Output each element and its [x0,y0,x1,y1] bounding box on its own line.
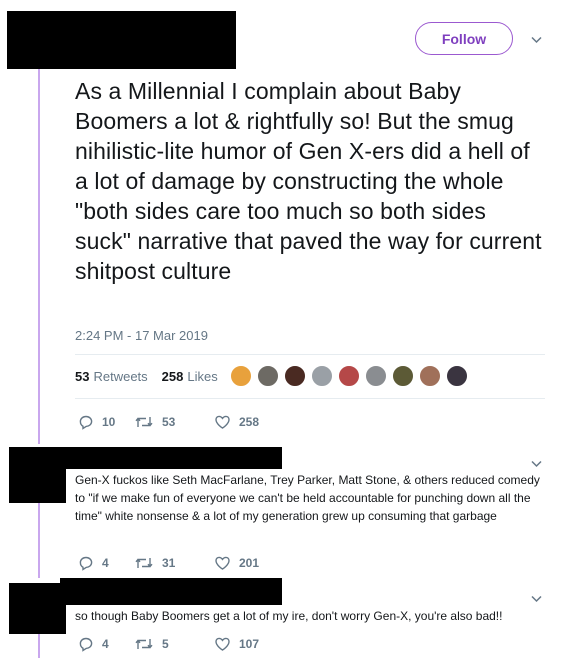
retweets-count: 53 [75,369,90,384]
retweet-icon [135,639,153,649]
thread-line [38,496,40,578]
reply-actions: 4 31 201 [78,555,259,571]
retweet-count: 31 [162,556,176,570]
liker-avatar[interactable] [284,365,306,387]
reply-count: 4 [102,637,109,651]
reply-action[interactable]: 4 [78,555,134,571]
thread-line [38,630,40,658]
heart-icon [215,637,230,651]
liker-avatar[interactable] [419,365,441,387]
heart-icon [215,556,230,570]
likes-label: Likes [187,369,218,384]
like-action[interactable]: 201 [214,555,259,571]
divider [75,398,545,399]
retweets-stat[interactable]: 53 Retweets [75,369,148,384]
like-count: 107 [239,637,260,651]
retweet-count: 5 [162,637,169,651]
reply-icon [79,637,93,652]
liker-avatar[interactable] [446,365,468,387]
liker-avatar[interactable] [230,365,252,387]
reply-count: 4 [102,556,109,570]
retweet-icon [135,417,153,427]
retweet-count: 53 [162,415,176,429]
liker-avatar[interactable] [338,365,360,387]
like-action[interactable]: 258 [214,414,259,430]
retweet-icon [135,558,153,568]
engagement-stats: 53 Retweets 258 Likes [75,369,218,384]
follow-button[interactable]: Follow [415,22,513,55]
like-count: 258 [239,415,260,429]
heart-icon [215,415,230,429]
retweets-label: Retweets [93,369,148,384]
like-count: 201 [239,556,260,570]
reply-actions: 4 5 107 [78,636,259,652]
likes-count: 258 [161,369,184,384]
reply-body: Gen-X fuckos like Seth MacFarlane, Trey … [75,473,540,523]
retweet-action[interactable]: 53 [134,414,214,430]
liker-avatar[interactable] [365,365,387,387]
reply-count: 10 [102,415,116,429]
redacted-author-header [7,11,236,69]
redacted-reply-avatar [9,447,66,503]
thread-line [38,62,40,444]
liker-avatar[interactable] [392,365,414,387]
retweet-action[interactable]: 5 [134,636,214,652]
like-action[interactable]: 107 [214,636,259,652]
divider [75,354,545,355]
reply-action[interactable]: 10 [78,414,134,430]
chevron-down-icon[interactable] [530,33,543,46]
tweet-body: As a Millennial I complain about Baby Bo… [75,78,542,284]
redacted-reply-avatar [9,583,66,634]
tweet-actions: 10 53 258 [78,414,259,430]
tweet-timestamp[interactable]: 2:24 PM - 17 Mar 2019 [75,328,208,343]
reply-body: so though Baby Boomers get a lot of my i… [75,609,503,623]
liker-avatar[interactable] [257,365,279,387]
reply-icon [79,556,93,571]
liker-avatars [230,365,468,387]
retweet-action[interactable]: 31 [134,555,214,571]
chevron-down-icon[interactable] [530,592,543,605]
reply-icon [79,415,93,430]
redacted-reply-author [60,578,282,605]
chevron-down-icon[interactable] [530,457,543,470]
likes-stat[interactable]: 258 Likes [162,369,218,384]
liker-avatar[interactable] [311,365,333,387]
reply-action[interactable]: 4 [78,636,134,652]
